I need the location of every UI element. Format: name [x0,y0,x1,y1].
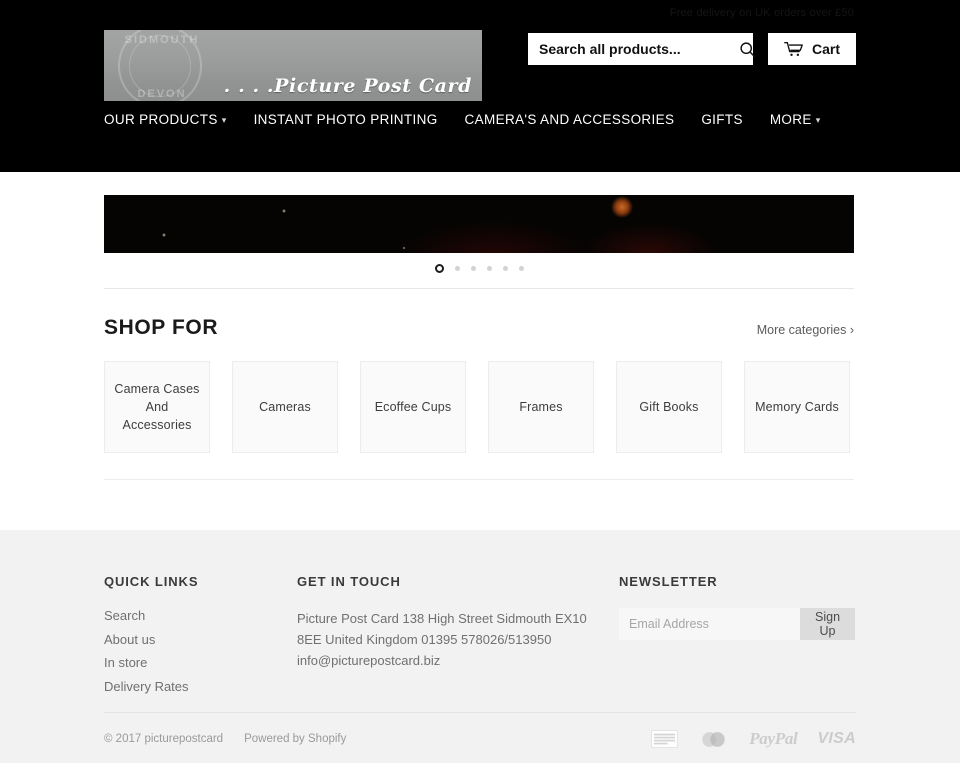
category-label: Memory Cards [755,399,839,414]
category-card-list: Camera Cases And Accessories Cameras Eco… [104,361,854,453]
category-label: Gift Books [639,399,699,414]
cart-label: Cart [811,41,840,57]
slideshow-dots [104,257,854,279]
content-bottom-divider [104,479,854,480]
footer-inner: QUICK LINKS Search About us In store Del… [104,530,856,763]
postmark-stamp-icon: SIDMOUTH DEVON [118,30,202,101]
slideshow-dot-5[interactable] [502,265,508,271]
category-card-frames[interactable]: Frames [488,361,594,453]
nav-label: OUR PRODUCTS [104,112,218,127]
nav-item-more[interactable]: MORE ▾ [770,112,821,127]
postmark-bottom-text: DEVON [137,88,187,100]
footer-link-about-us[interactable]: About us [104,632,274,647]
copyright-text: © 2017 picturepostcard [104,733,224,745]
search-icon [740,41,756,57]
search-input[interactable] [539,41,735,57]
footer-get-in-touch-title: GET IN TOUCH [297,574,401,589]
nav-item-instant-photo-printing[interactable]: INSTANT PHOTO PRINTING [254,112,438,127]
site-footer: QUICK LINKS Search About us In store Del… [0,530,960,763]
nav-label: INSTANT PHOTO PRINTING [253,112,438,127]
nav-label: CAMERA'S AND ACCESSORIES [464,112,675,127]
slideshow-dot-2[interactable] [454,265,460,271]
footer-get-in-touch: GET IN TOUCH Picture Post Card 138 High … [297,574,597,671]
chevron-down-icon: ▾ [815,115,821,125]
footer-quick-links-title: QUICK LINKS [104,574,199,589]
hero-slideshow-image[interactable] [104,195,854,253]
newsletter-form: Sign Up [619,608,856,640]
cart-button[interactable]: Cart [768,33,856,65]
section-divider [104,288,854,289]
site-logo[interactable]: SIDMOUTH DEVON . . . .Picture Post Card [104,30,482,101]
american-express-icon [651,730,679,748]
category-card-ecoffee-cups[interactable]: Ecoffee Cups [360,361,466,453]
category-label: Frames [519,399,563,414]
page-root: Free delivery on UK orders over £50 SIDM… [0,0,960,763]
category-label: Cameras [259,399,311,414]
footer-address-text: Picture Post Card 138 High Street Sidmou… [297,611,587,669]
page-title: SHOP FOR [104,316,219,339]
newsletter-email-input[interactable] [619,608,800,640]
main-content: SHOP FOR More categories › Camera Cases … [104,195,856,480]
postmark-top-text: SIDMOUTH [124,34,200,46]
slideshow-dot-3[interactable] [470,265,476,271]
more-categories-link[interactable]: More categories › [757,323,854,337]
footer-newsletter-title: NEWSLETTER [619,574,718,589]
slideshow-dot-6[interactable] [518,265,524,271]
chevron-down-icon: ▾ [221,115,227,125]
mastercard-icon [702,731,725,747]
footer-divider [104,712,856,713]
paypal-icon: PayPal [749,729,798,748]
shopping-cart-icon [784,41,803,57]
category-card-cameras[interactable]: Cameras [232,361,338,453]
footer-quick-links: QUICK LINKS Search About us In store Del… [104,574,274,702]
site-header: Free delivery on UK orders over £50 SIDM… [0,0,960,172]
nav-item-cameras-and-accessories[interactable]: CAMERA'S AND ACCESSORIES [465,112,675,127]
nav-item-our-products[interactable]: OUR PRODUCTS ▾ [104,112,227,127]
header-inner: Free delivery on UK orders over £50 SIDM… [104,0,856,172]
search-submit-button[interactable] [735,41,760,58]
footer-bottom-bar: © 2017 picturepostcard Powered by Shopif… [104,729,856,749]
footer-newsletter: NEWSLETTER Sign Up [619,574,859,640]
footer-link-in-store[interactable]: In store [104,655,274,670]
shop-for-header: SHOP FOR More categories › [104,316,854,340]
newsletter-signup-button[interactable]: Sign Up [800,608,856,640]
search-bar[interactable] [528,33,756,65]
payment-icons: PayPal VISA [651,729,856,749]
footer-link-delivery-rates[interactable]: Delivery Rates [104,679,274,694]
category-card-memory-cards[interactable]: Memory Cards [744,361,850,453]
nav-label: MORE [769,112,812,127]
logo-script-text: . . . .Picture Post Card [223,75,472,97]
footer-link-search[interactable]: Search [104,608,274,623]
nav-item-gifts[interactable]: GIFTS [701,112,743,127]
category-label: Ecoffee Cups [374,399,452,414]
slideshow-dot-1[interactable] [434,263,444,273]
powered-by-shopify-link[interactable]: Powered by Shopify [244,733,346,745]
nav-label: GIFTS [701,112,743,127]
slideshow-dot-4[interactable] [486,265,492,271]
visa-icon: VISA [817,730,856,747]
header-announcement: Free delivery on UK orders over £50 [669,7,854,19]
copyright-area: © 2017 picturepostcard Powered by Shopif… [104,733,346,745]
category-card-camera-cases-and-accessories[interactable]: Camera Cases And Accessories [104,361,210,453]
category-card-gift-books[interactable]: Gift Books [616,361,722,453]
main-navigation: OUR PRODUCTS ▾ INSTANT PHOTO PRINTING CA… [104,112,821,127]
category-label: Camera Cases And Accessories [114,381,200,433]
